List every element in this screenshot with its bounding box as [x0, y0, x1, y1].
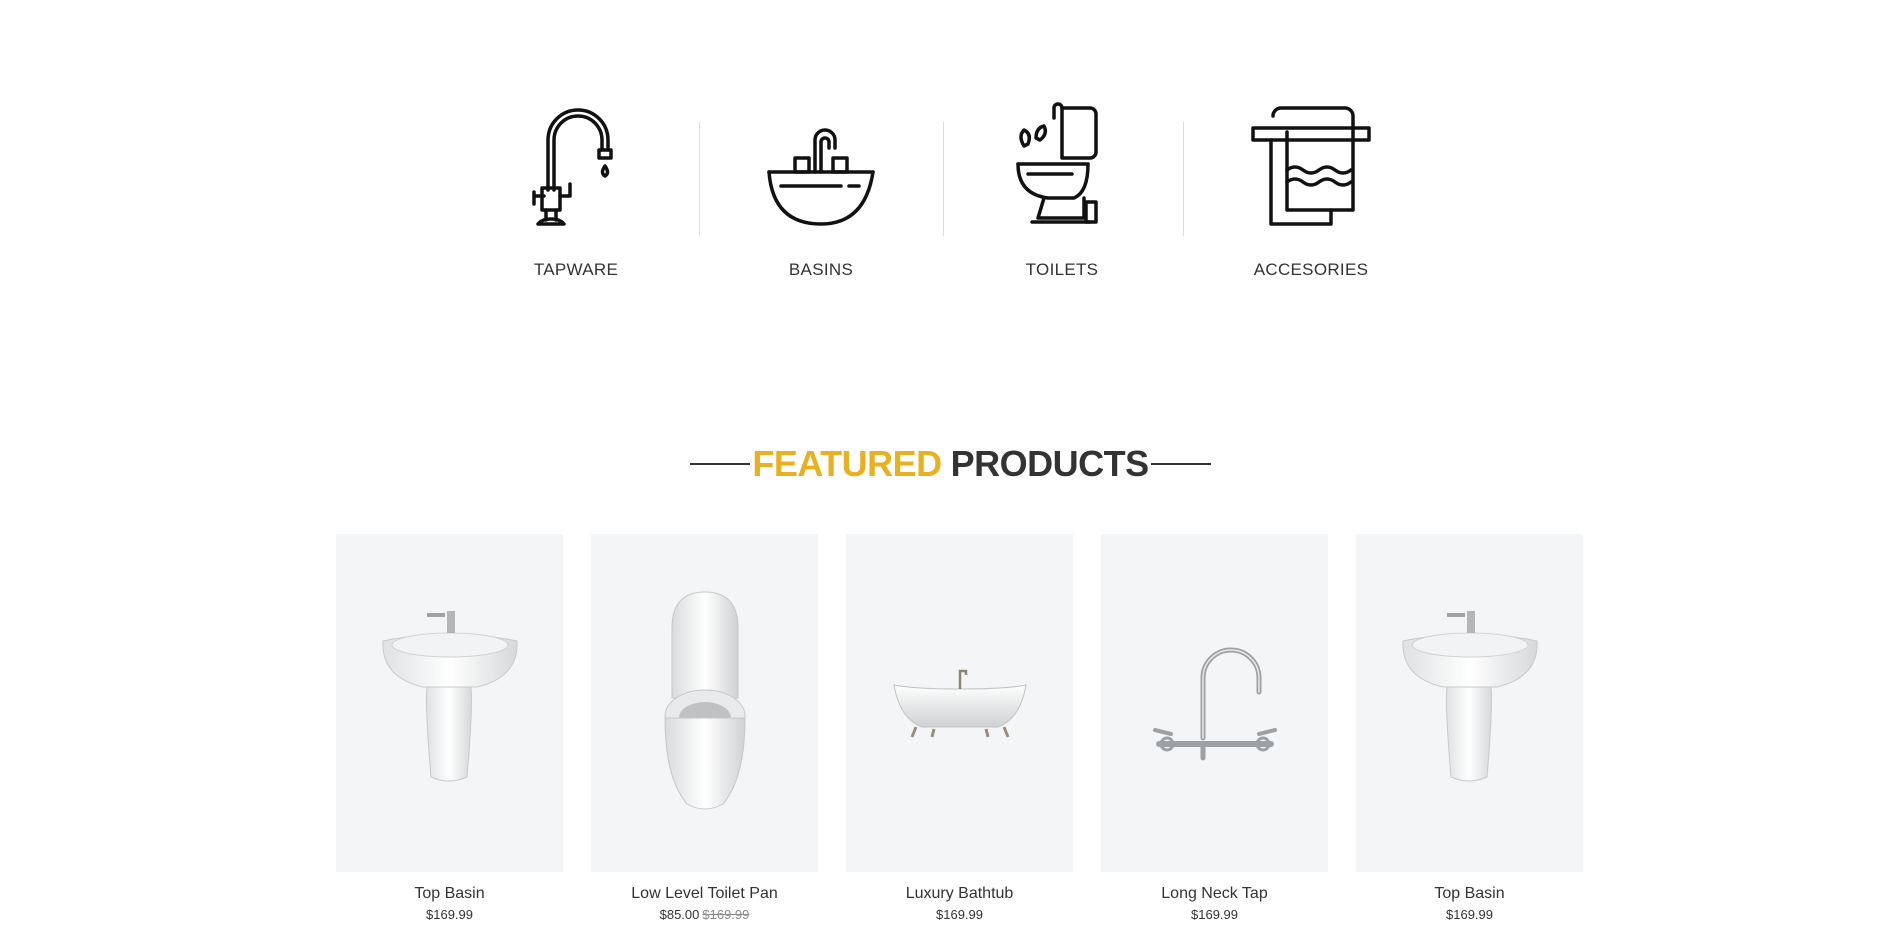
category-strip: TAPWARE BASINS TOILETS ACCESORIES: [0, 100, 1901, 300]
toilet-image: [663, 591, 746, 810]
category-label: TAPWARE: [533, 260, 619, 279]
product-image-frame[interactable]: [1101, 534, 1328, 872]
title-rule-left: [690, 463, 751, 465]
price-current: $169.99: [1191, 907, 1238, 922]
product-image-frame[interactable]: [1356, 534, 1583, 872]
section-title: FEATURED PRODUCTS: [0, 440, 1901, 488]
title-rule-right: [1150, 463, 1211, 465]
product-card[interactable]: Top Basin $169.99: [1356, 534, 1583, 922]
product-name[interactable]: Low Level Toilet Pan: [591, 885, 818, 903]
price-original: $169.99: [702, 907, 750, 922]
product-card[interactable]: Top Basin $169.99: [336, 534, 563, 922]
product-price: $85.00 $169.99: [591, 907, 818, 922]
category-basins[interactable]: BASINS: [721, 100, 921, 280]
tap-image: [1152, 647, 1277, 761]
price-current: $169.99: [426, 907, 473, 922]
category-accesories[interactable]: ACCESORIES: [1211, 100, 1411, 280]
category-divider: [1183, 122, 1184, 236]
featured-heading-highlight: FEATURED: [752, 443, 942, 484]
product-grid: Top Basin $169.99 Low Level Toilet Pan $…: [0, 534, 1901, 934]
product-price: $169.99: [1101, 907, 1328, 922]
featured-heading: FEATURED PRODUCTS: [752, 440, 1150, 488]
product-name[interactable]: Top Basin: [1356, 885, 1583, 903]
towel-rack-icon: [1251, 106, 1371, 226]
category-label: ACCESORIES: [1253, 260, 1369, 279]
category-divider: [943, 122, 944, 236]
product-image-frame[interactable]: [336, 534, 563, 872]
pedestal-basin-image: [1401, 611, 1538, 782]
basin-icon: [767, 128, 875, 226]
faucet-icon: [532, 108, 613, 226]
product-price: $169.99: [846, 907, 1073, 922]
product-price: $169.99: [1356, 907, 1583, 922]
product-image-frame[interactable]: [591, 534, 818, 872]
product-card[interactable]: Low Level Toilet Pan $85.00 $169.99: [591, 534, 818, 922]
product-price: $169.99: [336, 907, 563, 922]
category-toilets[interactable]: TOILETS: [962, 100, 1162, 280]
product-card[interactable]: Luxury Bathtub $169.99: [846, 534, 1073, 922]
price-current: $169.99: [1446, 907, 1493, 922]
product-image-frame[interactable]: [846, 534, 1073, 872]
featured-heading-rest: PRODUCTS: [950, 443, 1150, 484]
category-label: TOILETS: [1025, 260, 1099, 279]
pedestal-basin-image: [381, 611, 518, 782]
product-name[interactable]: Luxury Bathtub: [846, 885, 1073, 903]
category-tapware[interactable]: TAPWARE: [476, 100, 676, 280]
product-card[interactable]: Long Neck Tap $169.99: [1101, 534, 1328, 922]
category-label: BASINS: [788, 260, 854, 279]
bathtub-image: [892, 669, 1027, 738]
category-divider: [699, 122, 700, 236]
product-name[interactable]: Top Basin: [336, 885, 563, 903]
price-current: $85.00: [659, 907, 700, 922]
product-name[interactable]: Long Neck Tap: [1101, 885, 1328, 903]
price-current: $169.99: [936, 907, 983, 922]
toilet-icon: [1016, 102, 1098, 224]
